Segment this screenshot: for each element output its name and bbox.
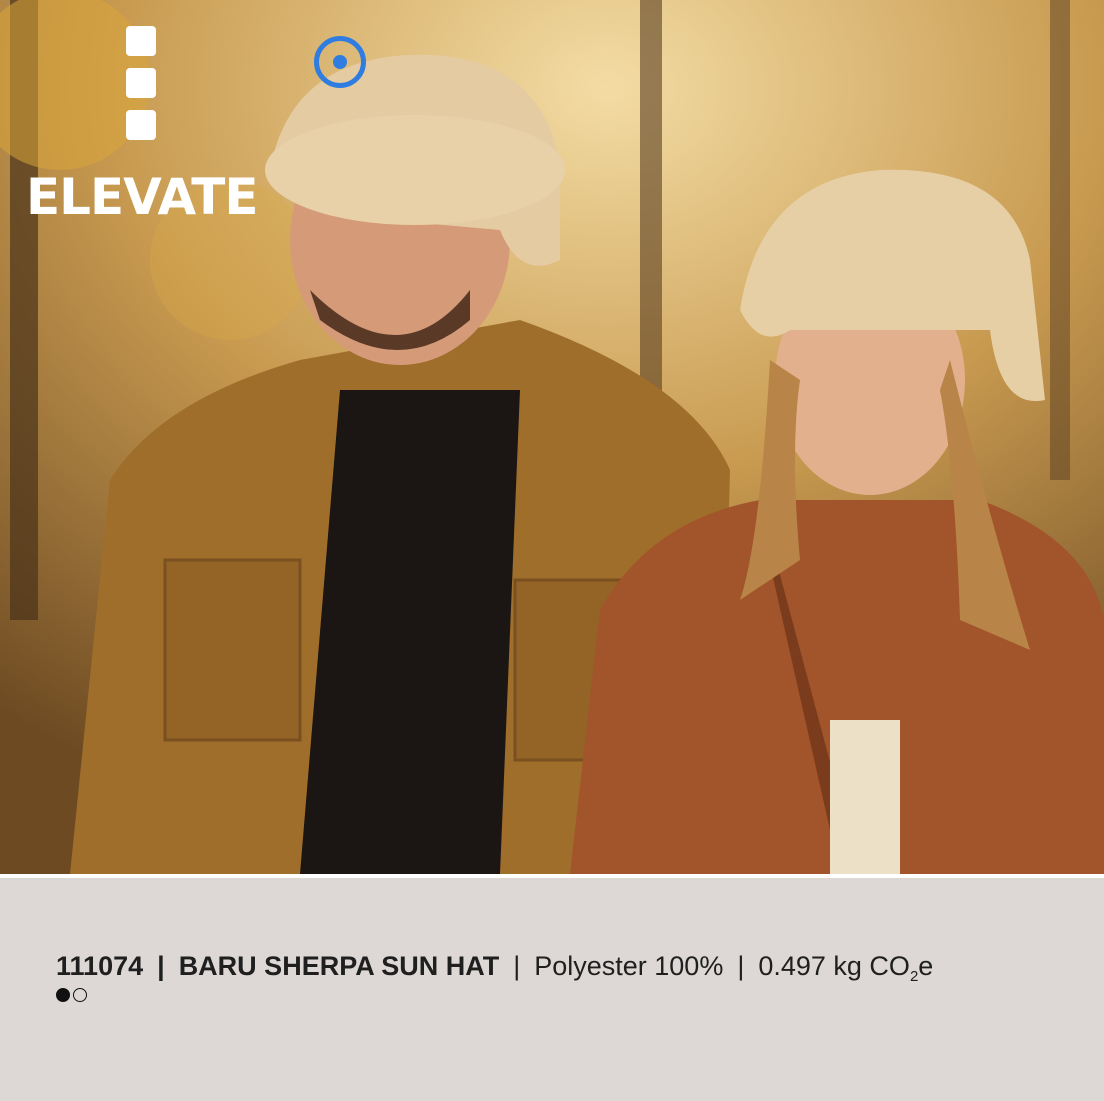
logo-square — [126, 110, 156, 140]
spec-separator: | — [513, 951, 521, 981]
product-info-panel: 111074 | BARU SHERPA SUN HAT | Polyester 100… — [0, 874, 1104, 1101]
product-code: 111074 — [56, 951, 144, 981]
pagination-dot-active[interactable] — [56, 988, 70, 1002]
product-photo: ELEVATE — [0, 0, 1104, 874]
brand-logo: ELEVATE — [26, 26, 366, 236]
pagination-dots — [56, 988, 87, 1002]
target-ring-dot — [333, 55, 347, 69]
logo-square — [126, 68, 156, 98]
spec-separator: | — [737, 951, 745, 981]
logo-squares-icon — [126, 26, 156, 152]
brand-wordmark: ELEVATE — [26, 168, 259, 226]
product-co2-suffix: e — [918, 951, 934, 981]
target-ring-icon — [314, 36, 366, 88]
product-spec-line: 111074 | BARU SHERPA SUN HAT | Polyester 100… — [56, 950, 933, 986]
product-name: BARU SHERPA SUN HAT — [178, 951, 500, 981]
product-material: Polyester 100% — [534, 951, 724, 981]
product-co2-value: 0.497 kg CO — [758, 951, 910, 981]
spec-separator: | — [157, 951, 165, 981]
logo-square — [126, 26, 156, 56]
pagination-dot-inactive[interactable] — [73, 988, 87, 1002]
